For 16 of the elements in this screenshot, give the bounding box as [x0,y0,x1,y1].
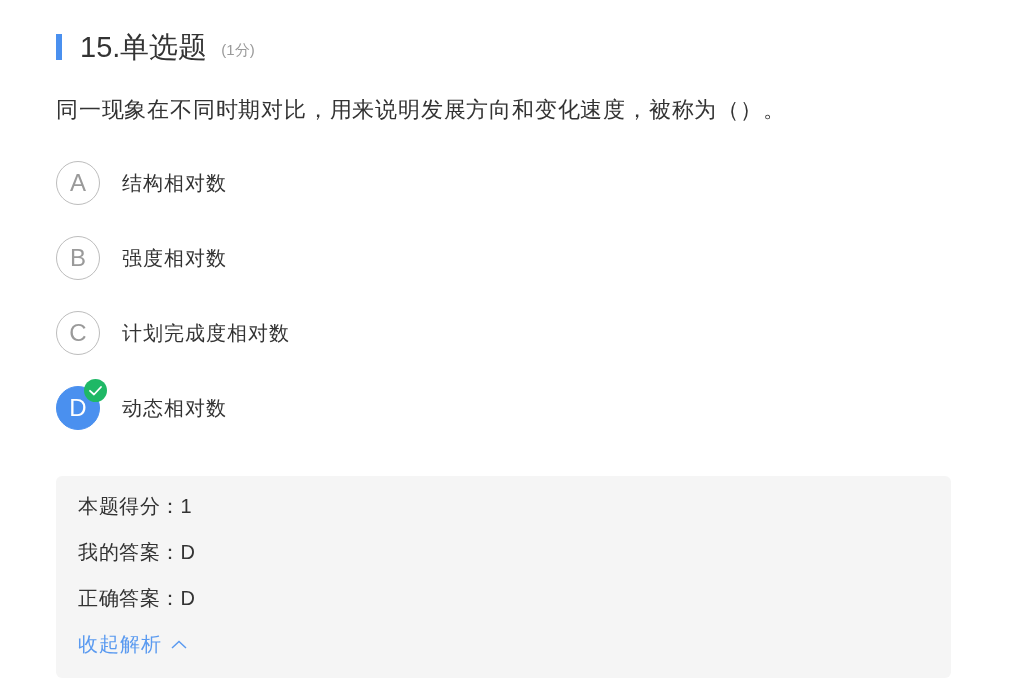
option-radio[interactable]: C [56,311,100,355]
option-radio[interactable]: B [56,236,100,280]
option-label: 计划完成度相对数 [122,320,290,346]
option-label: 强度相对数 [122,245,227,271]
option-label: 动态相对数 [122,395,227,421]
answer-line: 本题得分：1 [78,494,194,519]
answer-line: 我的答案：D [78,540,197,565]
question-text: 同一现象在不同时期对比，用来说明发展方向和变化速度，被称为（）。 [56,96,787,124]
title-accent-bar [56,34,62,60]
chevron-up-icon [171,639,187,649]
collapse-analysis-link[interactable]: 收起解析 [78,629,187,659]
option-label: 结构相对数 [122,170,227,196]
question-points: (1分) [221,40,255,60]
question-title: 15.单选题 [80,30,208,64]
option-radio[interactable]: A [56,161,100,205]
answer-line: 正确答案：D [78,586,197,611]
